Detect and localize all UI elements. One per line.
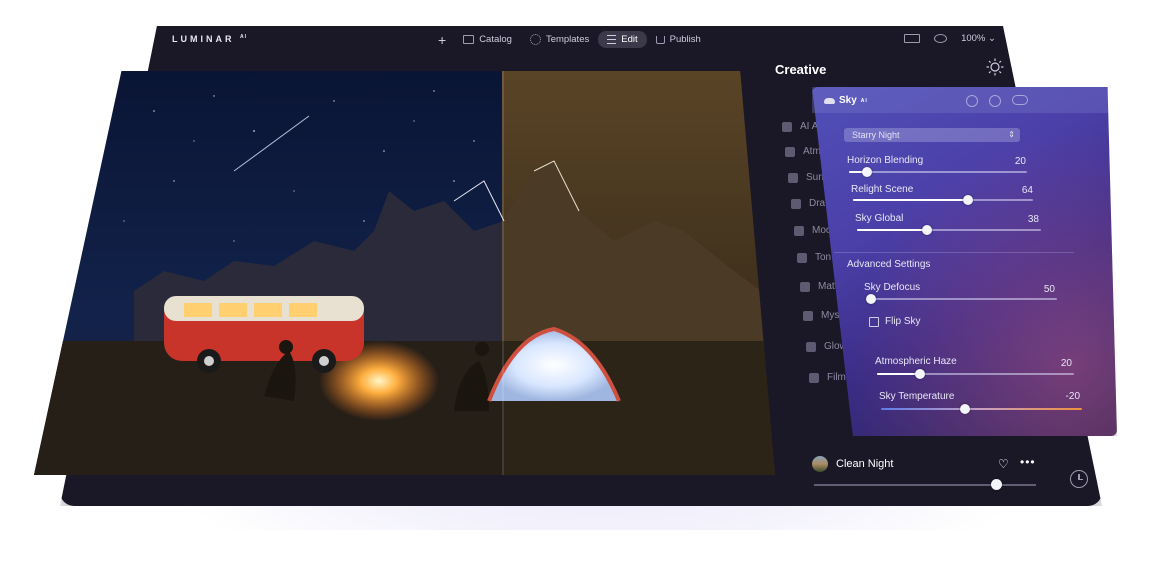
drama-icon [791, 198, 801, 209]
glow-icon [806, 341, 816, 352]
tool-film-grain[interactable]: Film [809, 372, 846, 383]
matte-icon [800, 281, 810, 292]
photo-canvas[interactable] [34, 71, 775, 475]
tool-glow[interactable]: Glow [806, 341, 847, 352]
sky-global-label: Sky Global [855, 213, 904, 224]
folder-icon [463, 35, 475, 44]
add-photos-icon[interactable]: + [438, 32, 454, 48]
app-logo: LUMINAR AI [172, 34, 248, 44]
sky-global-fill [857, 229, 927, 231]
sky-preset-select[interactable]: Starry Night ⇕ [844, 128, 1020, 142]
relight-scene-value: 64 [1021, 185, 1033, 196]
sky-global-value: 38 [1027, 214, 1039, 225]
horizon-blending-label: Horizon Blending [847, 155, 924, 166]
atmospheric-haze-fill [877, 373, 921, 375]
mood-icon [794, 225, 804, 236]
sun-icon[interactable] [986, 58, 1004, 76]
nav-edit[interactable]: Edit [598, 31, 647, 48]
tool-mystical[interactable]: Myst [803, 310, 842, 321]
flip-sky-label: Flip Sky [885, 316, 921, 327]
tool-drama[interactable]: Dra [791, 198, 825, 209]
mask-icon[interactable] [989, 95, 1001, 107]
sky-temperature-label: Sky Temperature [879, 391, 955, 402]
atmospheric-haze-value: 20 [1060, 358, 1072, 369]
tool-ai-augmented[interactable]: AI A [782, 121, 818, 132]
toning-icon [797, 252, 807, 263]
sky-panel-actions [966, 95, 1028, 107]
photo-image [34, 71, 775, 475]
cloud-icon [824, 97, 835, 104]
templates-icon [529, 34, 541, 45]
zoom-select[interactable]: 100% ⌄ [961, 33, 996, 44]
top-bar: LUMINAR AI + Catalog Templates Edit Publ… [160, 26, 1006, 52]
nav-templates[interactable]: Templates [521, 31, 598, 48]
horizon-blending-value: 20 [1014, 156, 1026, 167]
atmospheric-haze-slider[interactable] [877, 369, 1074, 379]
sky-defocus-knob[interactable] [866, 294, 876, 304]
nav-catalog[interactable]: Catalog [454, 31, 521, 48]
tool-toning[interactable]: Ton [797, 252, 831, 263]
flip-sky-checkbox[interactable] [869, 317, 879, 327]
sky-defocus-label: Sky Defocus [864, 282, 921, 293]
eye-icon[interactable] [934, 34, 948, 43]
section-divider [834, 252, 1074, 253]
heart-icon[interactable]: ♡ [998, 457, 1009, 471]
chevron-updown-icon: ⇕ [1008, 130, 1015, 139]
preset-amount-slider[interactable] [814, 479, 1036, 490]
preset-amount-knob[interactable] [991, 479, 1003, 490]
sun-rays-icon [788, 172, 798, 183]
history-clock-icon[interactable] [1070, 470, 1088, 488]
tool-matte[interactable]: Matt [800, 281, 837, 292]
relight-scene-fill [853, 199, 969, 201]
sky-panel-title: Sky AI [824, 95, 868, 106]
main-nav: + Catalog Templates Edit Publish [438, 31, 710, 48]
sky-global-knob[interactable] [921, 225, 932, 235]
tool-atmosphere[interactable]: Atm [785, 146, 821, 157]
horizon-blending-knob[interactable] [861, 167, 872, 177]
edit-icon [607, 35, 617, 44]
sky-global-slider[interactable] [857, 225, 1041, 235]
more-icon[interactable]: ••• [1020, 455, 1036, 469]
applied-preset[interactable]: Clean Night [812, 456, 893, 472]
film-icon [809, 372, 819, 383]
view-tools: 100% ⌄ [904, 33, 996, 44]
sky-temperature-slider[interactable] [881, 404, 1082, 414]
sky-defocus-value: 50 [1043, 284, 1055, 295]
panel-title: Creative [775, 62, 827, 77]
mystical-icon [803, 310, 813, 321]
compare-icon[interactable] [904, 34, 921, 43]
undo-icon[interactable] [966, 95, 978, 107]
visibility-toggle-icon[interactable] [1012, 95, 1028, 105]
ai-icon [782, 121, 792, 132]
nav-publish[interactable]: Publish [647, 31, 710, 48]
preset-thumbnail [812, 456, 828, 472]
relight-scene-label: Relight Scene [851, 184, 914, 195]
atmosphere-icon [785, 146, 795, 157]
tool-mood[interactable]: Moo [794, 225, 831, 236]
relight-scene-slider[interactable] [853, 195, 1033, 205]
share-icon [655, 35, 665, 44]
advanced-settings-title: Advanced Settings [847, 259, 931, 270]
sky-temperature-value: -20 [1065, 391, 1080, 402]
atmospheric-haze-label: Atmospheric Haze [875, 356, 957, 367]
tool-sunrays[interactable]: Sun [788, 172, 824, 183]
sky-defocus-slider[interactable] [866, 294, 1057, 304]
horizon-blending-slider[interactable] [849, 167, 1027, 177]
